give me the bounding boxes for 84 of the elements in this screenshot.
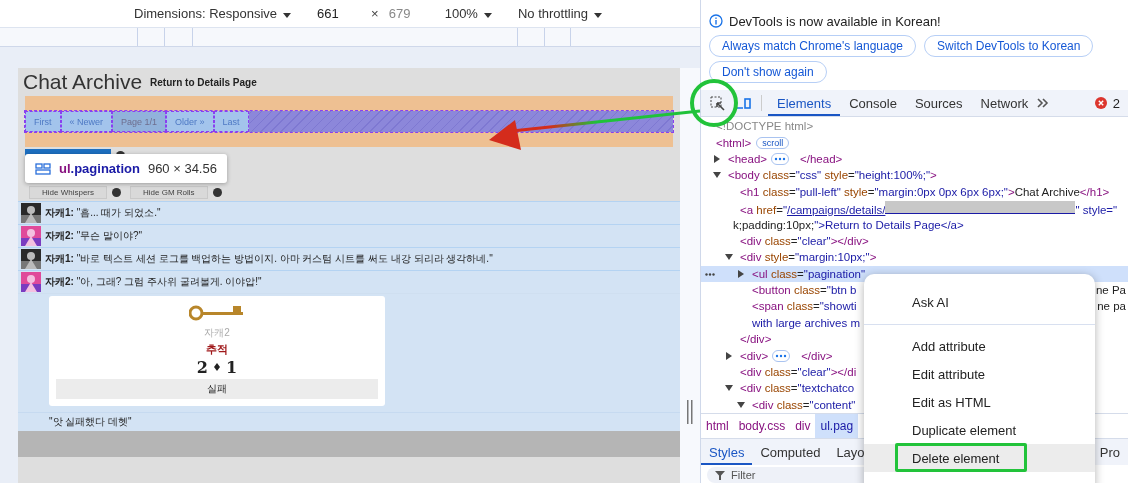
panel-tab[interactable]: Elements (768, 90, 841, 116)
dom-node[interactable]: <div class="clear"></di (740, 366, 857, 379)
chat-message: 자캐2: "아, 그래? 그럼 주사위 굴려볼게. 이야압!" (45, 275, 262, 289)
skill-name: 추적 (206, 342, 228, 357)
expand-arrow-icon[interactable] (725, 351, 733, 360)
dom-node[interactable]: <body class="css" style="height:100%;"> (728, 169, 937, 182)
notice-button[interactable]: Don't show again (709, 61, 827, 83)
dom-node-fragment: ne Pa (1095, 284, 1127, 297)
styles-tab[interactable]: Styles (701, 439, 753, 465)
expand-arrow-icon[interactable] (725, 384, 733, 393)
dom-node[interactable]: <button class="btn b (752, 284, 857, 297)
menu-item[interactable]: Delete element (864, 444, 1095, 472)
resize-handle-icon[interactable] (687, 400, 693, 424)
return-link[interactable]: Return to Details Page (150, 76, 257, 88)
dom-node[interactable]: <html> (716, 136, 752, 149)
chat-message: "앗 실패했다 데헷" (49, 415, 132, 429)
dom-node[interactable]: <div style="margin:10px;"> (740, 251, 877, 264)
dom-node-continuation[interactable]: k;padding:10px;">Return to Details Page</a> (733, 218, 964, 231)
expand-arrow-icon[interactable] (737, 269, 745, 278)
dom-node[interactable]: <div class="content" (752, 398, 856, 411)
chat-message: 자캐2: "무슨 말이야?" (45, 229, 143, 243)
notice-button[interactable]: Always match Chrome's language (709, 35, 917, 57)
ellipsis-icon[interactable] (705, 272, 715, 276)
expand-arrow-icon[interactable] (725, 253, 733, 262)
panel-tab[interactable]: Network (971, 90, 1038, 116)
device-toolbar-icon[interactable] (735, 96, 751, 110)
hide-toggle-button[interactable]: Hide Whispers (29, 186, 107, 199)
notice-button[interactable]: Switch DevTools to Korean (924, 35, 1094, 57)
error-count: 2 (1112, 95, 1120, 111)
zoom-dropdown[interactable]: 100% (438, 6, 498, 21)
dom-node[interactable]: <span class="showti (752, 300, 857, 313)
help-icon[interactable] (112, 188, 121, 197)
page-title: Chat Archive (23, 70, 143, 94)
times-sign: × (371, 6, 379, 21)
caret-icon (483, 13, 492, 18)
dimensions-dropdown[interactable]: Dimensions: Responsive (128, 6, 298, 21)
closing-tag[interactable]: </div> (801, 349, 833, 362)
breadcrumb[interactable]: div (790, 414, 816, 438)
layout-icon (35, 162, 51, 175)
character-name: 자캐2 (204, 326, 230, 340)
die-value: 2 (196, 357, 208, 377)
menu-item[interactable]: Ask AI (864, 288, 1095, 316)
caret-icon (283, 13, 292, 18)
breadcrumb[interactable]: html (701, 414, 734, 438)
inspect-icon[interactable] (710, 95, 725, 111)
chat-message: 자캐1: "바로 텍스트 세션 로그를 백업하는 방법이지. 아마 커스텀 시트를 써도 내강 되리라 생각하네." (45, 252, 493, 266)
expand-arrow-icon[interactable] (737, 400, 745, 409)
dom-node[interactable]: <div class="textchatco (740, 382, 855, 395)
menu-item[interactable]: Add attribute (864, 332, 1095, 360)
diamond-icon (214, 363, 220, 371)
info-icon (709, 14, 723, 28)
filter-icon (715, 470, 725, 480)
panel-tab[interactable]: Sources (905, 90, 972, 116)
closing-tag[interactable]: </div> (740, 333, 772, 346)
menu-item[interactable]: Edit attribute (864, 360, 1095, 388)
die-value: 1 (226, 357, 238, 377)
dom-node[interactable]: <a href="/campaigns/details/ " style=" (740, 200, 1118, 216)
caret-icon (594, 13, 602, 18)
dom-node-fragment: ne pa (1097, 300, 1127, 313)
dom-text[interactable]: with large archives m (752, 316, 860, 329)
chat-message: 자캐1: "흠... 때가 되었소." (45, 206, 161, 220)
error-icon (1094, 97, 1107, 109)
expand-arrow-icon[interactable] (713, 171, 721, 180)
element-size: 960 × 34.56 (147, 161, 217, 176)
breadcrumb[interactable]: ul.pag (815, 414, 859, 438)
panel-tab[interactable]: Console (840, 90, 906, 116)
notice-message: DevTools is now available in Korean! (729, 13, 941, 29)
dom-node[interactable]: <div class="clear"></div> (740, 234, 869, 247)
help-icon[interactable] (212, 188, 222, 197)
selector-label: ul.pagination (59, 161, 140, 176)
breadcrumb[interactable]: body.css (733, 414, 791, 438)
menu-item[interactable]: Edit as HTML (864, 388, 1095, 416)
hide-toggle-button[interactable]: Hide GM Rolls (130, 186, 208, 199)
key-drawing (189, 304, 245, 322)
dom-node[interactable]: <h1 class="pull-left" style="margin:0px 0px 6px 6px;">Chat Archive</h1> (740, 185, 1110, 198)
styles-tab[interactable]: Computed (752, 439, 829, 465)
expand-arrow-icon[interactable] (713, 154, 721, 163)
throttling-dropdown[interactable]: No throttling (511, 6, 608, 21)
dom-node[interactable]: <head> (728, 152, 768, 165)
more-tabs-icon[interactable] (1037, 98, 1050, 108)
dom-node[interactable]: <div> (740, 349, 769, 362)
closing-tag[interactable]: </head> (800, 152, 843, 165)
dom-node[interactable]: <!DOCTYPE html> (716, 120, 814, 133)
roll-result: 실패 (56, 379, 378, 399)
